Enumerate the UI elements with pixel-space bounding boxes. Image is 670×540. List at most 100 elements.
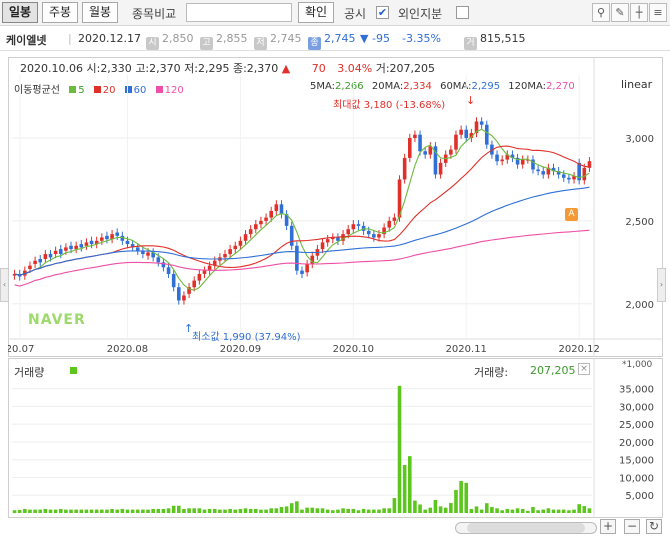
filter-icon[interactable]: ⚲ xyxy=(592,3,610,22)
candle-body xyxy=(541,171,546,175)
quote-bar: 케이엘넷 | 2020.12.17 시 2,850 고 2,855 저 2,74… xyxy=(0,27,670,51)
low-badge-label: 저 xyxy=(254,37,267,50)
volume-bar xyxy=(577,504,581,513)
draw-icon[interactable]: ✎ xyxy=(611,3,629,22)
volume-bar xyxy=(341,508,345,513)
candle-body xyxy=(356,224,361,226)
volume-bar xyxy=(402,465,407,513)
open-badge-label: 시 xyxy=(146,37,159,50)
left-collapse-tab[interactable]: ‹ xyxy=(0,268,9,302)
close-badge-label: 종 xyxy=(308,37,321,50)
volume-bar xyxy=(418,504,422,513)
candle-body xyxy=(464,129,469,138)
candle-body xyxy=(84,242,89,246)
volume-bar xyxy=(43,508,48,513)
volume-bar xyxy=(387,508,392,513)
crosshair-icon[interactable]: ┼ xyxy=(630,3,648,22)
volume-bar xyxy=(310,507,315,513)
volume-bar xyxy=(413,500,417,513)
tab-daily[interactable]: 일봉 xyxy=(2,2,38,23)
volume-bar xyxy=(366,509,371,513)
candle-body xyxy=(38,259,43,263)
volume-bar xyxy=(526,510,530,513)
volume-bar xyxy=(325,509,330,513)
volume-bar xyxy=(115,509,120,513)
ma20-line xyxy=(14,145,590,276)
volume-bar xyxy=(197,508,202,513)
volume-bar xyxy=(161,508,166,513)
volume-bar xyxy=(505,508,510,513)
volume-bar xyxy=(520,508,525,513)
volume-bar xyxy=(490,507,494,513)
volume-tick-label: 15,000 xyxy=(619,456,654,467)
volume-bar xyxy=(567,510,571,513)
candle-body xyxy=(300,270,304,274)
candle-body xyxy=(156,257,161,263)
volume-bar xyxy=(515,508,520,513)
volume-bar xyxy=(33,509,37,513)
disclosure-marker-icon[interactable]: A xyxy=(565,208,578,221)
volume-value: 815,515 xyxy=(480,32,526,45)
zoom-out-button[interactable]: − xyxy=(624,519,640,534)
volume-bar xyxy=(351,508,356,513)
chart-settings-icon[interactable]: ≡ xyxy=(649,3,667,22)
candle-body xyxy=(495,154,499,162)
candle-body xyxy=(305,264,309,273)
volume-bar xyxy=(279,507,284,513)
volume-bar xyxy=(264,509,268,513)
volume-bar xyxy=(531,507,535,513)
max-label: 최대값 3,180 (-13.68%) xyxy=(333,100,446,111)
volume-bar xyxy=(64,509,68,513)
confirm-button[interactable]: 확인 xyxy=(298,2,334,23)
candle-body xyxy=(377,234,381,238)
volume-bar xyxy=(94,509,99,513)
volume-chart[interactable]: 35,000 30,000 25,000 20,000 15,000 10,000 5,00… xyxy=(8,358,663,518)
tab-weekly[interactable]: 주봉 xyxy=(42,2,78,23)
volume-tick-label: 5,000 xyxy=(625,491,654,502)
candle-body xyxy=(259,220,263,225)
volume-bar xyxy=(207,508,212,513)
candle-body xyxy=(58,249,63,255)
volume-bar xyxy=(274,508,279,513)
volume-bar xyxy=(561,509,566,513)
volume-bar xyxy=(177,505,181,513)
candle-body xyxy=(336,237,340,241)
volume-bar xyxy=(320,508,325,513)
candle-body xyxy=(289,225,294,246)
volume-bar xyxy=(377,509,381,513)
volume-bar xyxy=(212,508,217,513)
tab-monthly[interactable]: 월봉 xyxy=(82,2,118,23)
candle-body xyxy=(135,247,140,251)
candle-body xyxy=(449,149,453,155)
scroll-thumb[interactable] xyxy=(467,523,585,533)
stock-name: 케이엘넷 xyxy=(6,34,47,47)
volume-bar xyxy=(500,510,504,513)
volume-bar xyxy=(479,509,484,513)
zoom-in-button[interactable]: + xyxy=(600,519,616,534)
volume-bar xyxy=(79,509,84,513)
volume-bar xyxy=(218,509,222,513)
right-collapse-tab[interactable]: › xyxy=(657,268,666,302)
candle-body xyxy=(43,254,48,260)
volume-bar xyxy=(356,510,361,513)
volume-bar xyxy=(551,509,556,513)
candle-body xyxy=(197,273,202,281)
volume-bar xyxy=(464,482,469,513)
change-value: -95 xyxy=(372,32,390,45)
price-tick-label: 2,000 xyxy=(625,300,654,311)
disclosure-checkbox[interactable]: ✔ xyxy=(376,6,389,19)
candle-body xyxy=(105,235,109,240)
foreign-ownership-checkbox[interactable] xyxy=(456,6,469,19)
candle-body xyxy=(48,254,53,258)
candle-body xyxy=(346,229,350,235)
candle-body xyxy=(53,250,58,255)
candle-body xyxy=(536,169,540,172)
volume-bar xyxy=(433,499,438,513)
quote-date: 2020.12.17 xyxy=(78,32,141,45)
open-price: 2,850 xyxy=(162,32,194,45)
candle-body xyxy=(392,217,397,221)
volume-bar xyxy=(69,509,73,513)
candle-body xyxy=(166,267,171,274)
reset-button[interactable]: ↻ xyxy=(646,519,662,534)
compare-input[interactable] xyxy=(186,3,292,22)
